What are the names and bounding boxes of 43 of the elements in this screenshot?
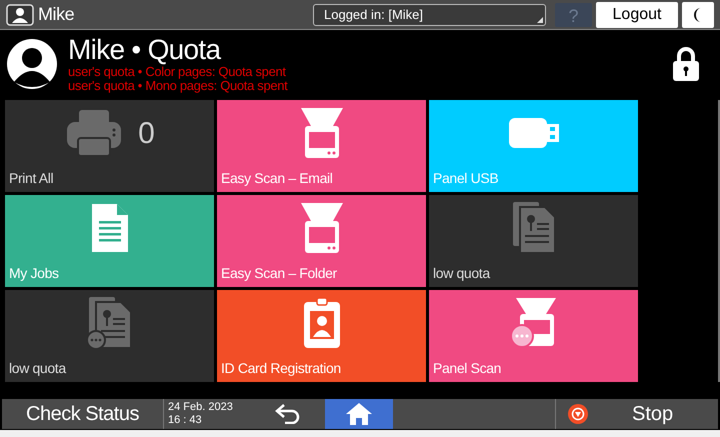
app-tile[interactable]: low quota [429, 195, 638, 287]
tile-label: Panel Scan [433, 359, 502, 378]
stop-label: Stop [632, 402, 674, 427]
id-card-icon [302, 297, 340, 349]
back-icon [274, 404, 300, 424]
date-label: 24 Feb. 2023 [168, 401, 234, 414]
scanner-icon [298, 106, 344, 160]
tile-label: My Jobs [9, 264, 59, 283]
app-tile[interactable]: Easy Scan – Folder [217, 195, 426, 287]
home-icon [345, 402, 373, 426]
document-icon [90, 203, 128, 253]
stop-button[interactable]: Stop [555, 399, 718, 429]
stop-icon [568, 404, 588, 424]
page-title: Mike • Quota [68, 34, 222, 64]
app-tile[interactable]: ID Card Registration [217, 290, 426, 382]
user-name: Mike [38, 3, 74, 26]
corner-icon [537, 16, 543, 22]
quota-message: user's quota • Mono pages: Quota spent [68, 78, 288, 92]
tile-label: ID Card Registration [221, 359, 341, 378]
time-label: 16 : 43 [168, 414, 203, 427]
quota-message: user's quota • Color pages: Quota spent [68, 64, 287, 78]
tile-label: Panel USB [433, 169, 498, 188]
tile-label: low quota [9, 359, 66, 378]
app-tile[interactable]: low quota [5, 290, 214, 382]
home-button[interactable] [325, 399, 393, 429]
scanner-icon [298, 201, 344, 255]
app-tile[interactable]: Easy Scan – Email [217, 100, 426, 192]
job-count: 0 [138, 116, 155, 152]
check-status-button[interactable]: Check Status [2, 399, 164, 429]
tile-label: low quota [433, 264, 490, 283]
tile-label: Easy Scan – Email [221, 169, 333, 188]
app-tile[interactable]: 0 Print All [5, 100, 214, 192]
tile-label: Print All [9, 169, 54, 188]
logout-button[interactable]: Logout [596, 2, 678, 28]
login-status-field[interactable]: Logged in: [Mike] [313, 4, 546, 26]
user-icon[interactable] [6, 4, 34, 26]
avatar-icon [6, 38, 58, 90]
night-mode-button[interactable] [682, 2, 714, 28]
documents-icon [510, 201, 556, 255]
usb-drive-icon [508, 117, 560, 149]
tile-label: Easy Scan – Folder [221, 264, 337, 283]
documents-icon [86, 296, 132, 350]
app-tile[interactable]: Panel Scan [429, 290, 638, 382]
